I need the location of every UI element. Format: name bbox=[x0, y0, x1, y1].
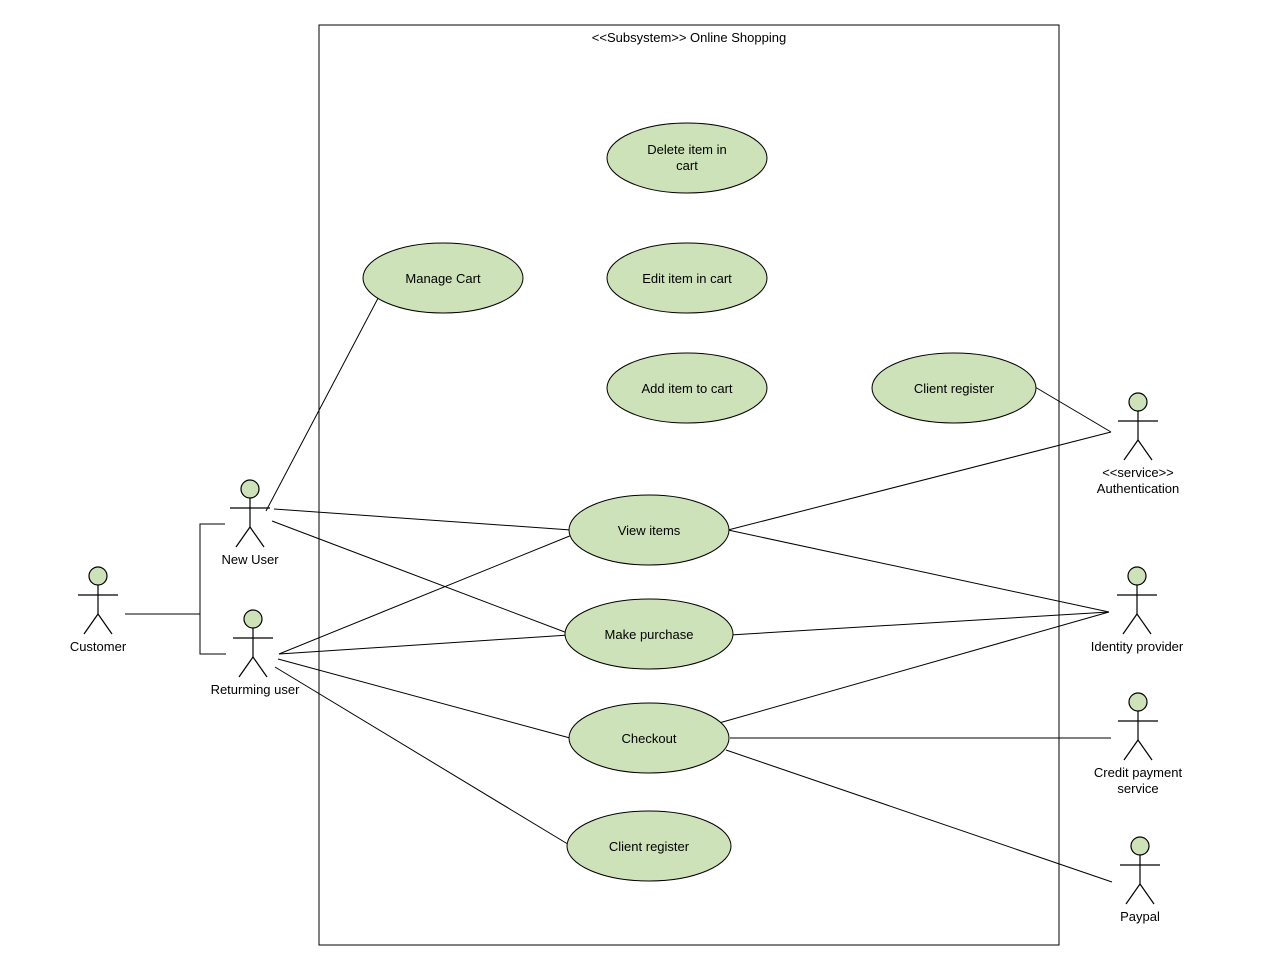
usecase-delete-item: Delete item in cart bbox=[607, 123, 767, 193]
assoc-newuser-managecart bbox=[266, 285, 385, 511]
svg-text:Authentication: Authentication bbox=[1097, 481, 1179, 496]
svg-text:New User: New User bbox=[221, 552, 279, 567]
usecase-manage-cart: Manage Cart bbox=[363, 243, 523, 313]
svg-text:Credit payment: Credit payment bbox=[1094, 765, 1183, 780]
svg-text:View items: View items bbox=[618, 523, 681, 538]
uml-use-case-diagram: <<Subsystem>> Online Shopping Manage Car… bbox=[0, 0, 1271, 976]
assoc-returning-checkout bbox=[278, 659, 570, 738]
actor-paypal: Paypal bbox=[1120, 837, 1160, 924]
assoc-returning-viewitems bbox=[279, 533, 577, 654]
svg-text:Add item to cart: Add item to cart bbox=[641, 381, 732, 396]
svg-text:Delete item in: Delete item in bbox=[647, 142, 726, 157]
usecase-edit-item: Edit item in cart bbox=[607, 243, 767, 313]
assoc-makepurchase-identity bbox=[730, 612, 1109, 635]
svg-text:service: service bbox=[1117, 781, 1158, 796]
svg-text:Make purchase: Make purchase bbox=[605, 627, 694, 642]
svg-text:Client register: Client register bbox=[914, 381, 995, 396]
actor-new-user: New User bbox=[221, 480, 279, 567]
subsystem-title: <<Subsystem>> Online Shopping bbox=[592, 30, 786, 45]
svg-text:Client register: Client register bbox=[609, 839, 690, 854]
assoc-newuser-makepurchase bbox=[272, 521, 570, 634]
actor-identity-provider: Identity provider bbox=[1091, 567, 1184, 654]
svg-text:Checkout: Checkout bbox=[622, 731, 677, 746]
assoc-checkout-identity bbox=[712, 612, 1109, 725]
usecase-add-item: Add item to cart bbox=[607, 353, 767, 423]
customer-generalization-tree bbox=[125, 524, 226, 654]
assoc-viewitems-authentication bbox=[728, 432, 1111, 530]
assoc-checkout-paypal bbox=[726, 750, 1112, 882]
svg-text:Paypal: Paypal bbox=[1120, 909, 1160, 924]
usecase-client-register-top: Client register bbox=[872, 353, 1036, 423]
svg-text:Manage Cart: Manage Cart bbox=[405, 271, 481, 286]
svg-text:cart: cart bbox=[676, 158, 698, 173]
assoc-returning-makepurchase bbox=[279, 635, 569, 654]
svg-text:<<service>>: <<service>> bbox=[1102, 465, 1174, 480]
usecase-view-items: View items bbox=[569, 495, 729, 565]
usecase-checkout: Checkout bbox=[569, 703, 729, 773]
actor-customer: Customer bbox=[70, 567, 127, 654]
actor-authentication: <<service>> Authentication bbox=[1097, 393, 1179, 496]
svg-text:Identity provider: Identity provider bbox=[1091, 639, 1184, 654]
svg-text:Customer: Customer bbox=[70, 639, 127, 654]
assoc-clientregister-authentication bbox=[1035, 387, 1111, 432]
assoc-viewitems-identity bbox=[728, 530, 1109, 612]
svg-text:Edit item in cart: Edit item in cart bbox=[642, 271, 732, 286]
actor-credit-payment: Credit payment service bbox=[1094, 693, 1183, 796]
usecase-make-purchase: Make purchase bbox=[565, 599, 733, 669]
usecase-client-register-bottom: Client register bbox=[567, 811, 731, 881]
svg-text:Returming user: Returming user bbox=[211, 682, 301, 697]
